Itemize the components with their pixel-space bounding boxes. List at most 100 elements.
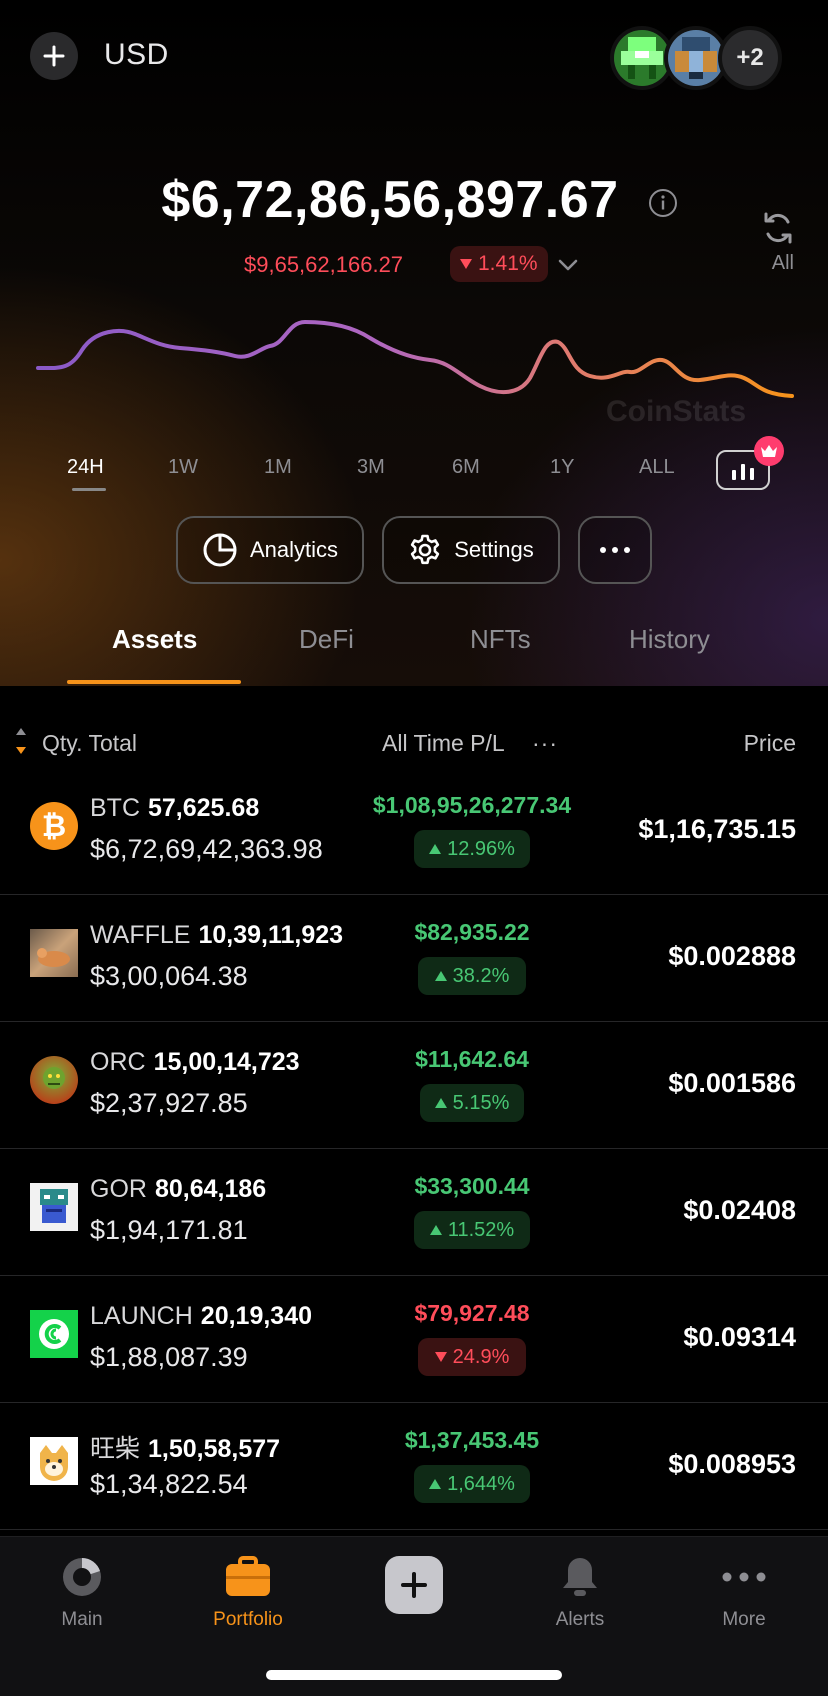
asset-symbol: ORC — [90, 1048, 146, 1076]
asset-row-launch[interactable]: LAUNCH 20,19,340 $1,88,087.39 $79,927.48 … — [0, 1276, 828, 1403]
orc-token-icon — [30, 1056, 78, 1104]
portfolio-change-amount: $9,65,62,166.27 — [244, 252, 404, 277]
asset-pl-badge: 12.96% — [414, 830, 530, 868]
asset-symbol-row: BTC 57,625.68 — [90, 794, 259, 823]
range-6m[interactable]: 6M — [452, 456, 480, 479]
dog-photo-icon — [37, 948, 70, 967]
analytics-button-label: Analytics — [249, 537, 339, 562]
asset-quantity: 20,19,340 — [200, 1302, 313, 1330]
plus-icon — [43, 45, 65, 67]
up-triangle-icon — [434, 1098, 447, 1108]
column-qty-total[interactable]: Qty. Total — [42, 730, 137, 757]
active-tab-indicator — [67, 680, 241, 684]
sort-icon[interactable] — [14, 726, 28, 756]
asset-price: $0.02408 — [683, 1195, 796, 1225]
launch-logo-icon — [39, 1319, 69, 1349]
tab-nfts[interactable]: NFTs — [470, 624, 531, 655]
asset-quantity: 57,625.68 — [148, 794, 260, 822]
tab-history[interactable]: History — [629, 624, 710, 655]
add-transaction-icon — [354, 1553, 474, 1617]
tabbar-add[interactable] — [354, 1553, 474, 1617]
asset-total-value: $1,34,822.54 — [90, 1469, 248, 1499]
pie-chart-icon — [22, 1553, 142, 1601]
asset-price: $1,16,735.15 — [638, 814, 796, 844]
asset-pl-percent: 24.9% — [452, 1345, 510, 1368]
tab-assets[interactable]: Assets — [112, 624, 197, 655]
refresh-icon[interactable] — [760, 210, 796, 246]
asset-pl-percent: 12.96% — [447, 837, 515, 860]
tabbar-portfolio-label: Portfolio — [213, 1609, 283, 1630]
tabbar-more[interactable]: More — [684, 1553, 804, 1631]
asset-price: $0.001586 — [668, 1068, 796, 1098]
asset-pl-badge: 38.2% — [418, 957, 526, 995]
currency-selector[interactable]: USD — [104, 38, 169, 72]
ellipsis-icon — [684, 1553, 804, 1601]
asset-pl-amount: $11,642.64 — [415, 1046, 529, 1072]
range-1y[interactable]: 1Y — [550, 456, 574, 479]
column-price[interactable]: Price — [744, 730, 796, 757]
asset-row-gor[interactable]: GOR 80,64,186 $1,94,171.81 $33,300.44 11.… — [0, 1149, 828, 1276]
asset-pl-amount: $79,927.48 — [414, 1300, 530, 1326]
asset-symbol-row: 旺柴 1,50,58,577 — [90, 1429, 280, 1465]
asset-pl-percent: 11.52% — [447, 1218, 515, 1241]
tabbar-main-label: Main — [61, 1609, 103, 1630]
more-portfolios-badge[interactable]: +2 — [718, 26, 782, 90]
time-range-selector: 24H 1W 1M 3M 6M 1Y ALL — [40, 456, 780, 500]
up-triangle-icon — [429, 844, 442, 854]
launch-token-icon — [30, 1310, 78, 1358]
asset-price: $0.09314 — [683, 1322, 796, 1352]
column-all-time-pl[interactable]: All Time P/L — [382, 730, 505, 757]
asset-pl-amount: $82,935.22 — [414, 919, 530, 945]
wangchai-token-icon — [30, 1437, 78, 1485]
asset-pl-percent: 38.2% — [452, 964, 510, 987]
asset-quantity: 15,00,14,723 — [153, 1048, 300, 1076]
info-icon[interactable] — [648, 188, 678, 218]
tabbar-main[interactable]: Main — [22, 1553, 142, 1631]
asset-pl-amount: $1,37,453.45 — [404, 1427, 540, 1453]
tabbar-more-label: More — [722, 1609, 766, 1630]
waffle-token-icon — [30, 929, 78, 977]
coinstats-watermark: CoinStats — [606, 395, 747, 428]
add-portfolio-button[interactable] — [30, 32, 78, 80]
asset-symbol: BTC — [90, 794, 140, 822]
pixel-avatar-green-icon — [614, 30, 670, 86]
range-1m[interactable]: 1M — [264, 456, 292, 479]
range-24h[interactable]: 24H — [67, 456, 104, 479]
gorilla-pixel-icon — [40, 1189, 68, 1223]
asset-total-value: $2,37,927.85 — [90, 1088, 248, 1118]
column-pl-options[interactable]: ··· — [532, 730, 558, 757]
asset-row-orc[interactable]: ORC 15,00,14,723 $2,37,927.85 $11,642.64 … — [0, 1022, 828, 1149]
asset-pl-badge: 5.15% — [420, 1084, 524, 1122]
home-indicator — [266, 1670, 562, 1680]
asset-row-waffle[interactable]: WAFFLE 10,39,11,923 $3,00,064.38 $82,935.… — [0, 895, 828, 1022]
asset-pl-amount: $33,300.44 — [414, 1173, 530, 1199]
crown-icon — [761, 445, 777, 457]
settings-button-label: Settings — [454, 537, 534, 562]
down-triangle-icon — [460, 259, 472, 269]
asset-pl-percent: 1,644% — [447, 1472, 515, 1495]
up-triangle-icon — [434, 971, 447, 981]
shiba-dog-icon — [40, 1445, 68, 1481]
tab-defi[interactable]: DeFi — [299, 624, 354, 655]
asset-pl-badge: 24.9% — [418, 1338, 526, 1376]
chevron-down-icon[interactable] — [556, 254, 580, 276]
asset-row-btc[interactable]: ₿ BTC 57,625.68 $6,72,69,42,363.98 $1,08,… — [0, 768, 828, 895]
portfolio-change-row: $9,65,62,166.27 1.41% — [0, 246, 828, 286]
asset-quantity: 10,39,11,923 — [198, 921, 344, 949]
asset-total-value: $1,88,087.39 — [90, 1342, 248, 1372]
asset-symbol-row: LAUNCH 20,19,340 — [90, 1302, 312, 1331]
refresh-scope-label: All — [771, 252, 794, 274]
tabbar-alerts[interactable]: Alerts — [520, 1553, 640, 1631]
portfolio-change-percent: 1.41% — [478, 252, 538, 275]
range-1w[interactable]: 1W — [168, 456, 198, 479]
range-all[interactable]: ALL — [639, 456, 675, 479]
asset-total-value: $1,94,171.81 — [90, 1215, 248, 1245]
analytics-button[interactable]: Analytics — [176, 516, 364, 584]
range-3m[interactable]: 3M — [357, 456, 385, 479]
portfolio-change-badge: 1.41% — [450, 246, 548, 282]
asset-row-wangchai[interactable]: 旺柴 1,50,58,577 $1,34,822.54 $1,37,453.45 … — [0, 1403, 828, 1530]
tabbar-portfolio[interactable]: Portfolio — [188, 1553, 308, 1631]
settings-button[interactable]: Settings — [382, 516, 560, 584]
more-actions-button[interactable] — [578, 516, 652, 584]
portfolio-avatars[interactable]: +2 — [610, 26, 794, 90]
